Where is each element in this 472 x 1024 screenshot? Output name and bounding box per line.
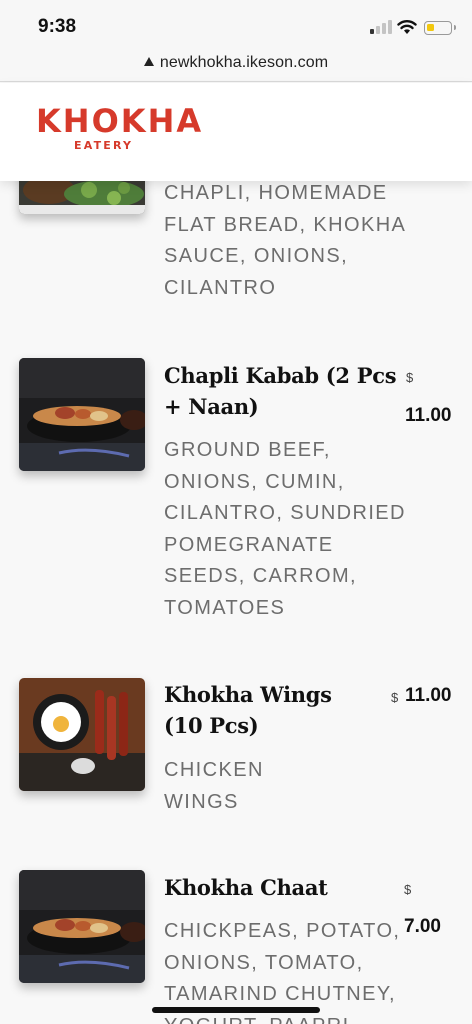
menu-item-price: 7.00	[404, 916, 441, 937]
menu-item-image[interactable]	[19, 358, 145, 471]
status-time: 9:38	[38, 16, 77, 37]
name-line: + Naan)	[164, 394, 259, 419]
menu-item-description: CHICKEN WINGS	[164, 755, 264, 818]
description-line: TOMATOES	[164, 596, 286, 619]
lock-icon	[143, 57, 154, 66]
menu-item-price: 11.00	[405, 685, 452, 706]
name-line: Khokha Wings	[164, 682, 332, 707]
partial-item-description: CHAPLI, HOMEMADE FLAT BREAD, KHOKHA SAUC…	[164, 178, 406, 304]
menu-item-image[interactable]	[19, 678, 145, 791]
description-line: TAMARIND CHUTNEY,	[164, 983, 396, 1005]
description-line: GROUND BEEF,	[164, 439, 331, 461]
home-indicator[interactable]	[152, 1007, 320, 1013]
description-line: WINGS	[164, 790, 239, 813]
logo-wordmark: KHOKHA	[36, 102, 204, 140]
description-line: CHICKEN	[164, 759, 264, 781]
status-bar: 9:38	[0, 0, 472, 50]
description-line: CHICKPEAS, POTATO,	[164, 920, 401, 942]
battery-icon	[424, 21, 456, 35]
menu-item-image[interactable]	[19, 870, 145, 983]
name-line: Chapli Kabab (2 Pcs	[164, 363, 397, 388]
url-label: newkhokha.ikeson.com	[159, 54, 329, 71]
description-line: CILANTRO, SUNDRIED	[164, 502, 406, 524]
logo-subtitle: EATERY	[74, 139, 134, 152]
browser-url-bar[interactable]: newkhokha.ikeson.com	[0, 50, 472, 82]
description-line: CHAPLI, HOMEMADE	[164, 182, 388, 204]
menu-item-description: GROUND BEEF, ONIONS, CUMIN, CILANTRO, SU…	[164, 435, 406, 624]
description-line: SAUCE, ONIONS,	[164, 245, 349, 267]
name-line: Khokha Chaat	[164, 875, 328, 900]
description-line: ONIONS, CUMIN,	[164, 470, 345, 493]
wifi-icon	[397, 20, 417, 34]
currency-symbol: $	[391, 690, 399, 705]
menu-item-price: 11.00	[405, 405, 452, 426]
khokha-logo[interactable]: KHOKHA EATERY	[36, 102, 203, 152]
currency-symbol: $	[404, 882, 412, 897]
menu-item-name: Khokha Chaat	[164, 872, 328, 903]
currency-symbol: $	[406, 370, 414, 385]
menu-item-name: Chapli Kabab (2 Pcs + Naan)	[164, 360, 397, 422]
menu-item-name: Khokha Wings (10 Pcs)	[164, 679, 332, 741]
site-header: KHOKHA EATERY	[0, 83, 472, 181]
description-line: FLAT BREAD, KHOKHA	[164, 213, 407, 236]
description-line: POMEGRANATE	[164, 533, 334, 556]
description-line: CILANTRO	[164, 276, 277, 299]
name-line: (10 Pcs)	[164, 713, 259, 738]
signal-icon	[370, 20, 392, 34]
url-text[interactable]: newkhokha.ikeson.com	[143, 54, 329, 72]
description-line: ONIONS, TOMATO,	[164, 951, 364, 974]
description-line: SEEDS, CARROM,	[164, 565, 357, 587]
